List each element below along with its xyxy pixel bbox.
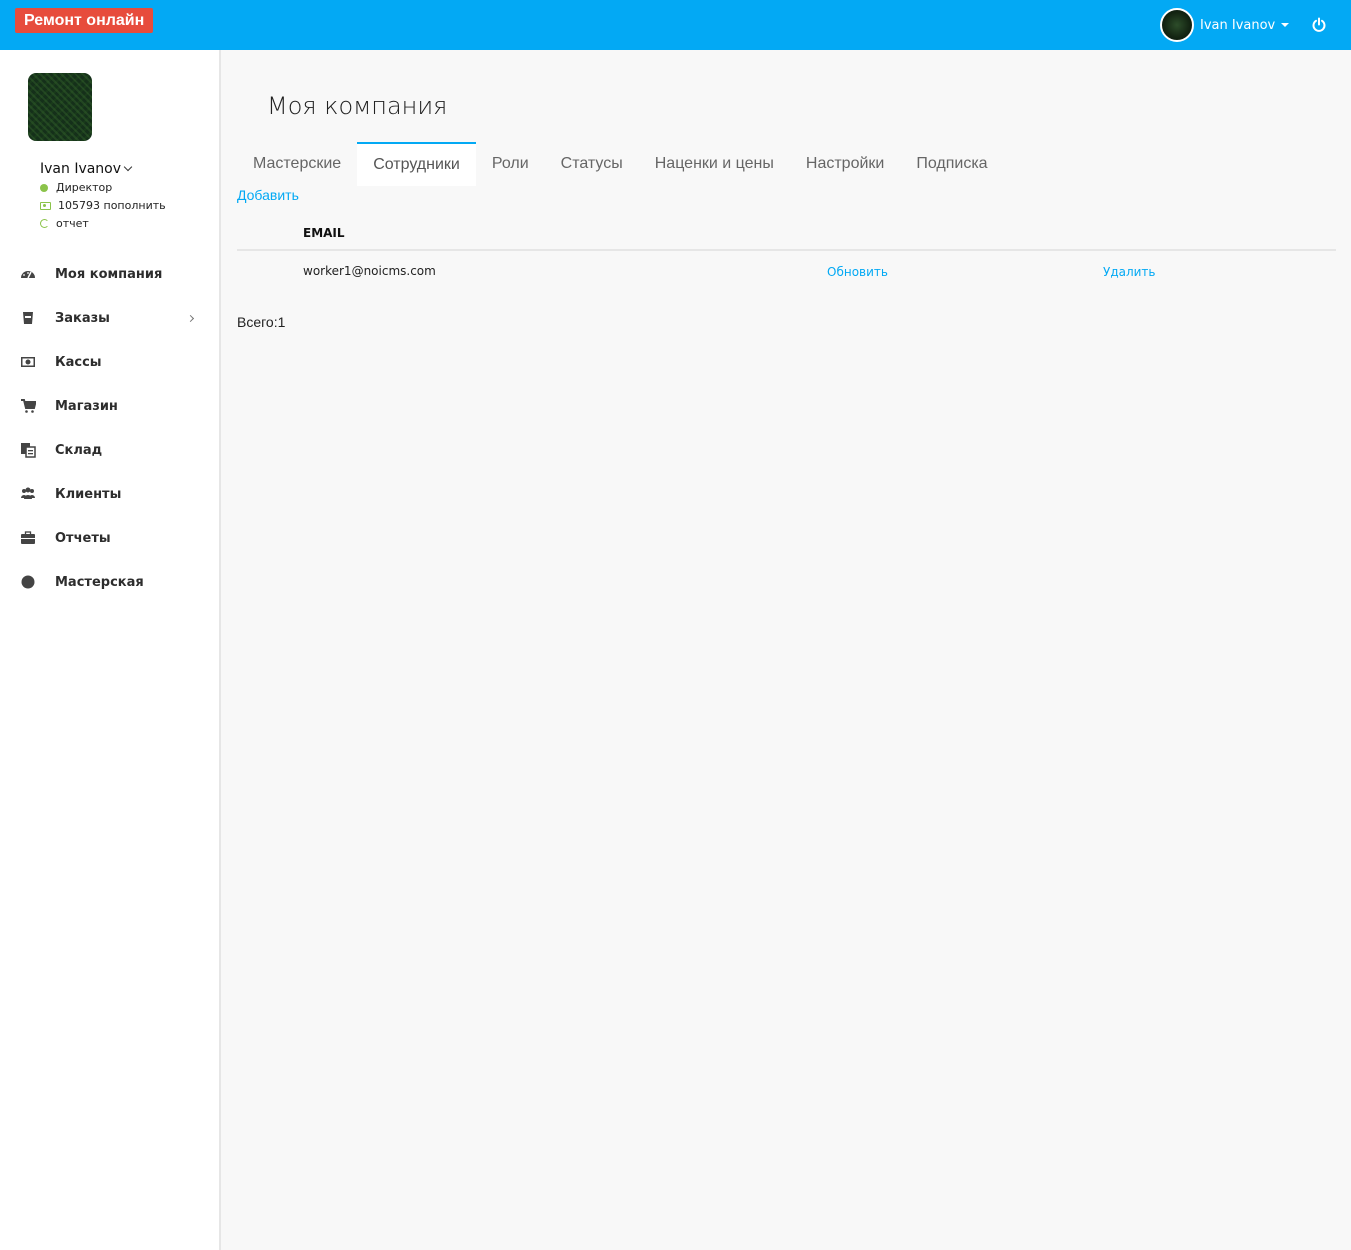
refresh-icon <box>40 219 49 228</box>
money-icon <box>40 201 51 210</box>
brand-logo[interactable]: Ремонт онлайн <box>15 8 154 33</box>
sidebar-item-label: Моя компания <box>55 266 163 282</box>
report-line: отчет <box>40 217 89 230</box>
table-header: EMAIL <box>237 218 1336 251</box>
tab-workshops[interactable]: Мастерские <box>237 142 357 186</box>
sidebar-item-label: Склад <box>55 442 103 458</box>
sidebar-item-warehouse[interactable]: Склад <box>0 428 219 472</box>
status-dot-icon <box>40 183 48 192</box>
cash-icon <box>21 357 35 367</box>
tab-roles[interactable]: Роли <box>476 142 545 186</box>
sidebar-item-cash[interactable]: Кассы <box>0 340 219 384</box>
sidebar-item-label: Кассы <box>55 354 102 370</box>
user-menu[interactable]: Ivan Ivanov <box>1160 8 1290 42</box>
sidebar-user-name: Ivan Ivanov <box>40 161 122 177</box>
tab-employees[interactable]: Сотрудники <box>357 142 476 186</box>
sidebar-item-orders[interactable]: Заказы <box>0 296 219 340</box>
sidebar: Ivan Ivanov Директор 105793 пополнить от… <box>0 50 221 1250</box>
employees-table: EMAIL worker1@noicms.com Обновить Удалит… <box>237 218 1336 293</box>
chevron-right-icon <box>186 314 195 322</box>
sidebar-item-shop[interactable]: Магазин <box>0 384 219 428</box>
update-link[interactable]: Обновить <box>827 265 888 279</box>
report-link[interactable]: отчет <box>56 217 89 230</box>
tab-statuses[interactable]: Статусы <box>545 142 639 186</box>
sidebar-item-label: Магазин <box>55 398 118 414</box>
sidebar-user-toggle[interactable]: Ivan Ivanov <box>40 161 133 177</box>
delete-link[interactable]: Удалить <box>1103 265 1156 279</box>
power-icon[interactable] <box>1311 17 1327 33</box>
chevron-down-icon <box>123 162 133 172</box>
employee-email: worker1@noicms.com <box>303 264 436 278</box>
tab-markups-prices[interactable]: Наценки и цены <box>639 142 790 186</box>
top-bar: Ремонт онлайн Ivan Ivanov <box>0 0 1351 50</box>
sidebar-item-label: Мастерская <box>55 574 144 590</box>
sidebar-item-label: Заказы <box>55 310 110 326</box>
balance-value: 105793 <box>58 199 100 212</box>
orders-icon <box>23 312 33 324</box>
sidebar-item-my-company[interactable]: Моя компания <box>0 252 219 296</box>
role-line: Директор <box>40 181 112 194</box>
avatar <box>1160 8 1194 42</box>
sidebar-item-reports[interactable]: Отчеты <box>0 516 219 560</box>
circle-icon <box>21 575 35 589</box>
role-label: Директор <box>56 181 113 194</box>
add-employee-link[interactable]: Добавить <box>237 187 299 203</box>
warehouse-icon <box>21 443 36 458</box>
page-title: Моя компания <box>267 92 448 120</box>
user-menu-name: Ivan Ivanov <box>1200 17 1276 33</box>
topup-link[interactable]: пополнить <box>104 199 166 212</box>
total-count: Всего:1 <box>237 314 286 330</box>
table-row: worker1@noicms.com Обновить Удалить <box>237 251 1336 293</box>
tab-settings[interactable]: Настройки <box>790 142 900 186</box>
tab-bar: Мастерские Сотрудники Роли Статусы Нацен… <box>237 142 1004 186</box>
sidebar-item-label: Клиенты <box>55 486 122 502</box>
sidebar-item-label: Отчеты <box>55 530 111 546</box>
sidebar-nav: Моя компания Заказы Кассы Магазин Склад … <box>0 252 219 604</box>
briefcase-icon <box>21 531 35 544</box>
tab-subscription[interactable]: Подписка <box>900 142 1003 186</box>
clients-icon <box>21 487 35 499</box>
sidebar-avatar <box>28 73 92 141</box>
sidebar-item-workshop[interactable]: Мастерская <box>0 560 219 604</box>
sidebar-item-clients[interactable]: Клиенты <box>0 472 219 516</box>
balance-line: 105793 пополнить <box>40 199 166 212</box>
caret-down-icon <box>1281 23 1290 27</box>
column-header-email: EMAIL <box>303 226 345 240</box>
dashboard-icon <box>21 271 35 279</box>
cart-icon <box>21 399 36 413</box>
